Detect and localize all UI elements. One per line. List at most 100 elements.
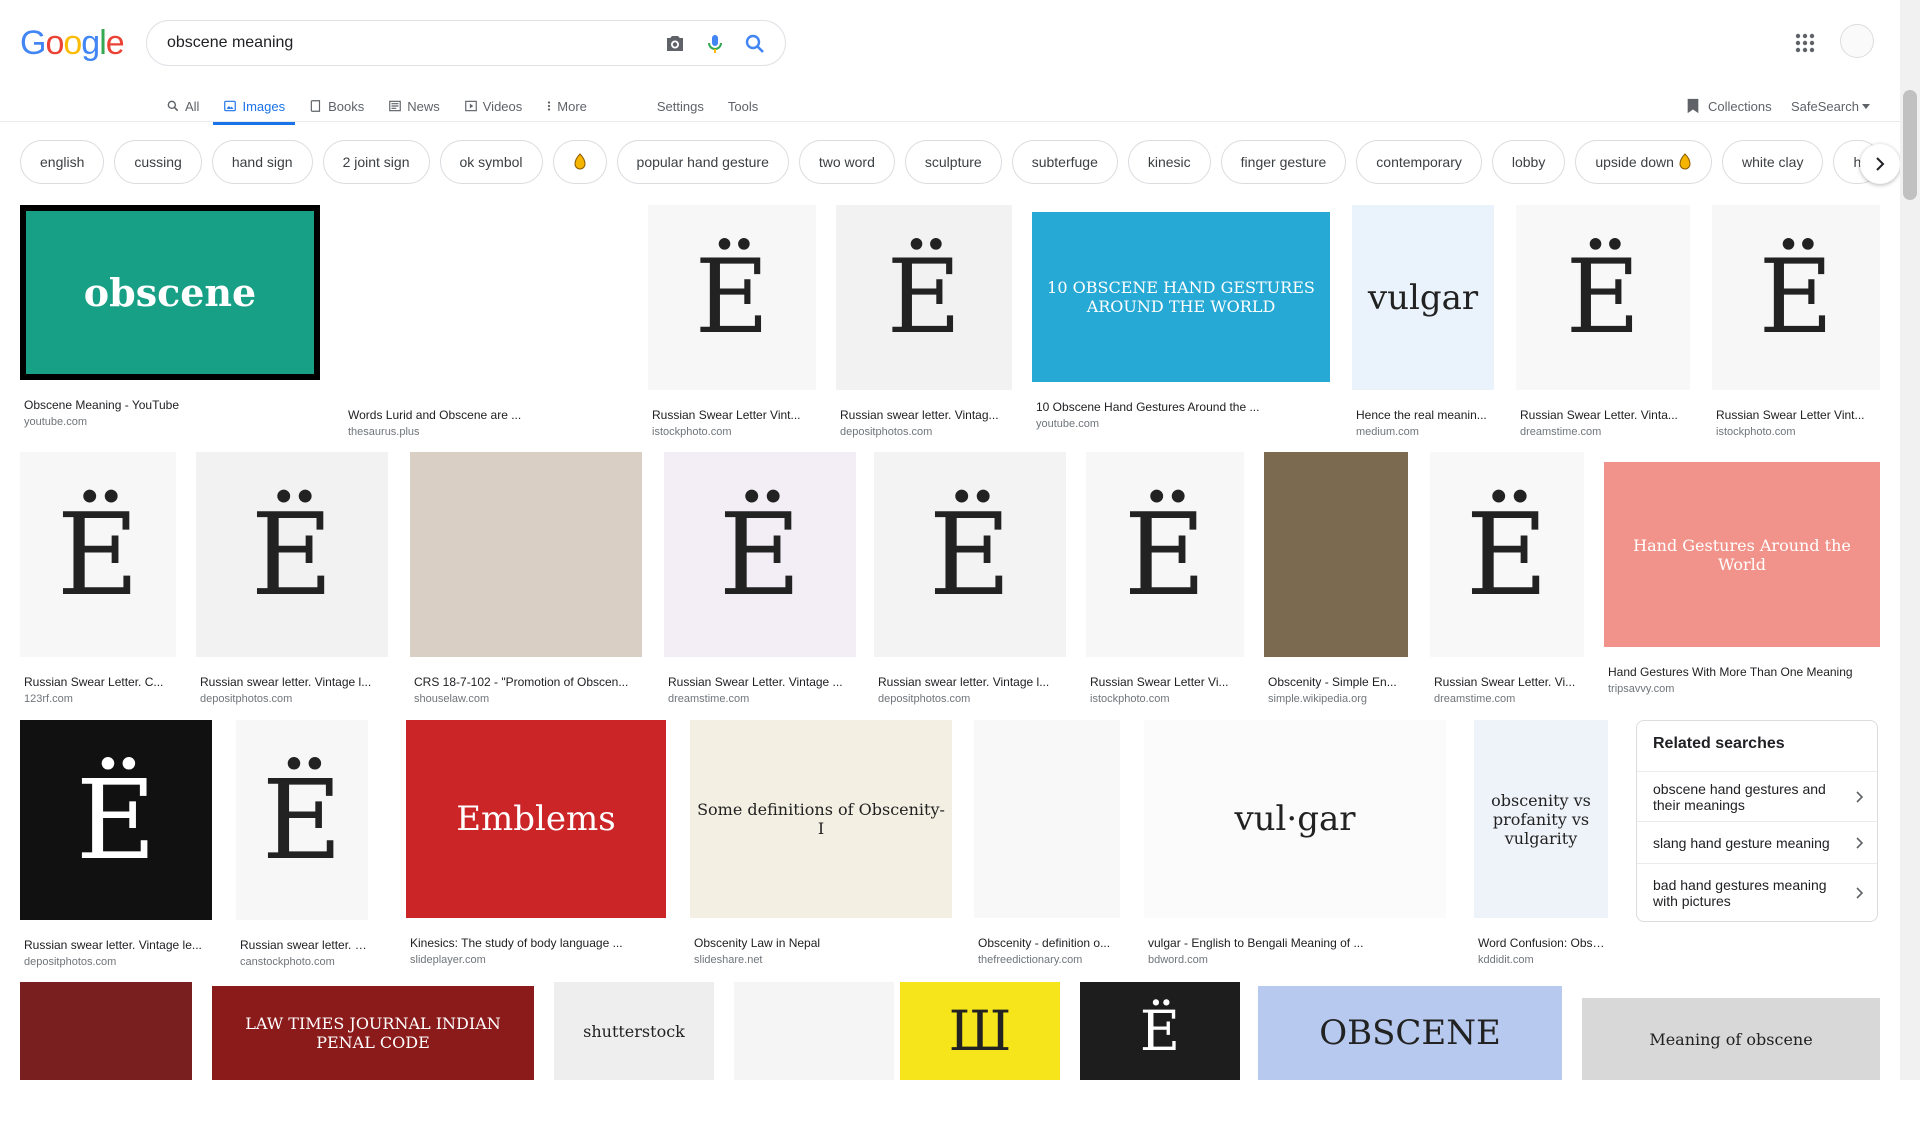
result-title[interactable]: Kinesics: The study of body language ... bbox=[410, 936, 666, 950]
result-title[interactable]: Words Lurid and Obscene are ... bbox=[348, 408, 624, 422]
search-input[interactable] bbox=[167, 21, 647, 65]
result-source[interactable]: slideshare.net bbox=[694, 954, 952, 966]
image-result[interactable]: 10 OBSCENE HAND GESTURES AROUND THE WORL… bbox=[1032, 212, 1330, 438]
refinement-chip[interactable]: finger gesture bbox=[1220, 140, 1347, 184]
tab-tools[interactable]: Tools bbox=[728, 90, 758, 122]
tab-more[interactable]: More bbox=[546, 90, 587, 122]
refinement-chip[interactable]: contemporary bbox=[1356, 140, 1482, 184]
result-thumbnail[interactable]: Ё bbox=[1430, 452, 1584, 657]
result-thumbnail[interactable] bbox=[20, 982, 192, 1080]
image-result[interactable]: OBSCENE bbox=[1258, 986, 1562, 1138]
result-title[interactable]: Obscenity - Simple En... bbox=[1268, 675, 1408, 689]
image-result[interactable]: Ё Russian Swear Letter Vint... istockphoto… bbox=[648, 205, 816, 446]
refinement-chip[interactable]: sculpture bbox=[904, 140, 1002, 184]
result-source[interactable]: dreamstime.com bbox=[668, 693, 856, 705]
image-result[interactable]: Ё Russian Swear Letter. Vintage ... dreams… bbox=[664, 452, 856, 713]
result-source[interactable]: thefreedictionary.com bbox=[978, 954, 1120, 966]
result-source[interactable]: dreamstime.com bbox=[1434, 693, 1584, 705]
image-result[interactable]: Ё bbox=[1080, 982, 1240, 1138]
result-thumbnail[interactable]: Ё bbox=[874, 452, 1066, 657]
result-source[interactable]: kddidit.com bbox=[1478, 954, 1608, 966]
refinement-chip[interactable]: 2 joint sign bbox=[322, 140, 430, 184]
result-thumbnail[interactable]: Ё bbox=[236, 720, 368, 920]
account-avatar[interactable] bbox=[1840, 24, 1874, 58]
result-title[interactable]: Russian swear letter. Vintage l... bbox=[200, 675, 388, 689]
result-source[interactable]: slideplayer.com bbox=[410, 954, 666, 966]
tab-books[interactable]: Books bbox=[309, 90, 364, 122]
image-result[interactable]: Ё Russian swear letter. Vintage le... depo… bbox=[20, 720, 212, 976]
result-thumbnail[interactable]: Emblems bbox=[406, 720, 666, 918]
result-title[interactable]: Russian swear letter. Vintage le... bbox=[24, 938, 212, 952]
result-source[interactable]: istockphoto.com bbox=[652, 426, 816, 438]
tab-videos[interactable]: Videos bbox=[464, 90, 522, 122]
result-title[interactable]: Russian swear letter. Vintag... bbox=[840, 408, 1012, 422]
result-title[interactable]: Russian Swear Letter Vi... bbox=[1090, 675, 1244, 689]
result-thumbnail[interactable]: Ё bbox=[1516, 205, 1690, 390]
result-title[interactable]: Russian Swear Letter. Vi... bbox=[1434, 675, 1584, 689]
search-box[interactable] bbox=[146, 20, 786, 66]
result-source[interactable]: depositphotos.com bbox=[200, 693, 388, 705]
result-thumbnail[interactable] bbox=[1264, 452, 1408, 657]
result-title[interactable]: Russian swear letter. vi... bbox=[240, 938, 368, 952]
result-thumbnail[interactable]: 10 OBSCENE HAND GESTURES AROUND THE WORL… bbox=[1032, 212, 1330, 382]
image-result[interactable] bbox=[734, 982, 894, 1138]
refinement-chip[interactable]: hand sign bbox=[211, 140, 313, 184]
result-thumbnail[interactable]: Some definitions of Obscenity-I bbox=[690, 720, 952, 918]
result-source[interactable]: simple.wikipedia.org bbox=[1268, 693, 1408, 705]
result-thumbnail[interactable] bbox=[974, 720, 1120, 918]
microphone-icon[interactable] bbox=[703, 32, 727, 56]
result-thumbnail[interactable]: OBSCENE bbox=[1258, 986, 1562, 1080]
image-result[interactable]: Ё Russian Swear Letter. Vinta... dreamstim… bbox=[1516, 205, 1690, 446]
result-source[interactable]: istockphoto.com bbox=[1090, 693, 1244, 705]
result-title[interactable]: Hence the real meanin... bbox=[1356, 408, 1494, 422]
result-title[interactable]: Word Confusion: Obsc... bbox=[1478, 936, 1608, 950]
result-source[interactable]: thesaurus.plus bbox=[348, 426, 624, 438]
image-result[interactable]: Emblems Kinesics: The study of body langu… bbox=[406, 720, 666, 974]
result-thumbnail[interactable]: vulgar bbox=[1352, 205, 1494, 390]
refinement-chip[interactable]: white clay bbox=[1721, 140, 1824, 184]
google-logo[interactable]: Google bbox=[20, 24, 125, 63]
refinement-chip[interactable]: two word bbox=[798, 140, 895, 184]
tab-news[interactable]: News bbox=[388, 90, 440, 122]
result-source[interactable]: depositphotos.com bbox=[24, 956, 212, 968]
result-thumbnail[interactable] bbox=[344, 205, 624, 390]
tab-settings[interactable]: Settings bbox=[657, 90, 704, 122]
result-thumbnail[interactable]: Ё bbox=[648, 205, 816, 390]
refinement-chip[interactable]: subterfuge bbox=[1011, 140, 1118, 184]
result-thumbnail[interactable]: Hand Gestures Around the World bbox=[1604, 462, 1880, 647]
image-result[interactable]: Hand Gestures Around the World Hand Gestu… bbox=[1604, 462, 1880, 703]
result-source[interactable]: dreamstime.com bbox=[1520, 426, 1690, 438]
related-search-item[interactable]: obscene hand gestures and their meanings bbox=[1637, 771, 1877, 821]
image-result[interactable]: shutterstock bbox=[554, 982, 714, 1138]
result-thumbnail[interactable]: Ё bbox=[20, 452, 176, 657]
result-title[interactable]: Hand Gestures With More Than One Meaning bbox=[1608, 665, 1880, 679]
scrollbar-thumb[interactable] bbox=[1903, 90, 1917, 200]
result-source[interactable]: medium.com bbox=[1356, 426, 1494, 438]
image-result[interactable]: CRS 18-7-102 - "Promotion of Obscen... sh… bbox=[410, 452, 642, 713]
image-result[interactable]: LAW TIMES JOURNAL INDIAN PENAL CODE bbox=[212, 986, 534, 1138]
refinement-chip[interactable]: popular hand gesture bbox=[616, 140, 789, 184]
result-source[interactable]: tripsavvy.com bbox=[1608, 683, 1880, 695]
result-title[interactable]: vulgar - English to Bengali Meaning of .… bbox=[1148, 936, 1446, 950]
result-title[interactable]: Obscenity - definition o... bbox=[978, 936, 1120, 950]
collections-link[interactable]: Collections bbox=[1686, 90, 1772, 122]
result-thumbnail[interactable] bbox=[734, 982, 894, 1080]
result-thumbnail[interactable]: shutterstock bbox=[554, 982, 714, 1080]
result-thumbnail[interactable]: Ё bbox=[1080, 982, 1240, 1080]
result-source[interactable]: youtube.com bbox=[24, 416, 320, 428]
chips-next-button[interactable] bbox=[1860, 144, 1900, 184]
refinement-chip[interactable] bbox=[552, 140, 607, 184]
image-result[interactable] bbox=[20, 982, 192, 1138]
image-result[interactable]: Ё Russian Swear Letter Vint... istockphoto… bbox=[1712, 205, 1880, 446]
related-search-item[interactable]: slang hand gesture meaning bbox=[1637, 821, 1877, 863]
image-result[interactable]: Ё Russian swear letter. vi... canstockphot… bbox=[236, 720, 368, 976]
image-result[interactable]: Ё Russian swear letter. Vintag... depositp… bbox=[836, 205, 1012, 446]
apps-grid-icon[interactable] bbox=[1794, 32, 1816, 54]
result-thumbnail[interactable]: obscene bbox=[20, 205, 320, 380]
image-result[interactable]: obscenity vs profanity vs vulgarity Word … bbox=[1474, 720, 1608, 974]
result-title[interactable]: Obscenity Law in Nepal bbox=[694, 936, 952, 950]
result-thumbnail[interactable]: Ш bbox=[900, 982, 1060, 1080]
image-result[interactable]: vul·gar vulgar - English to Bengali Meani… bbox=[1144, 720, 1446, 974]
result-thumbnail[interactable]: Ё bbox=[20, 720, 212, 920]
result-source[interactable]: depositphotos.com bbox=[840, 426, 1012, 438]
